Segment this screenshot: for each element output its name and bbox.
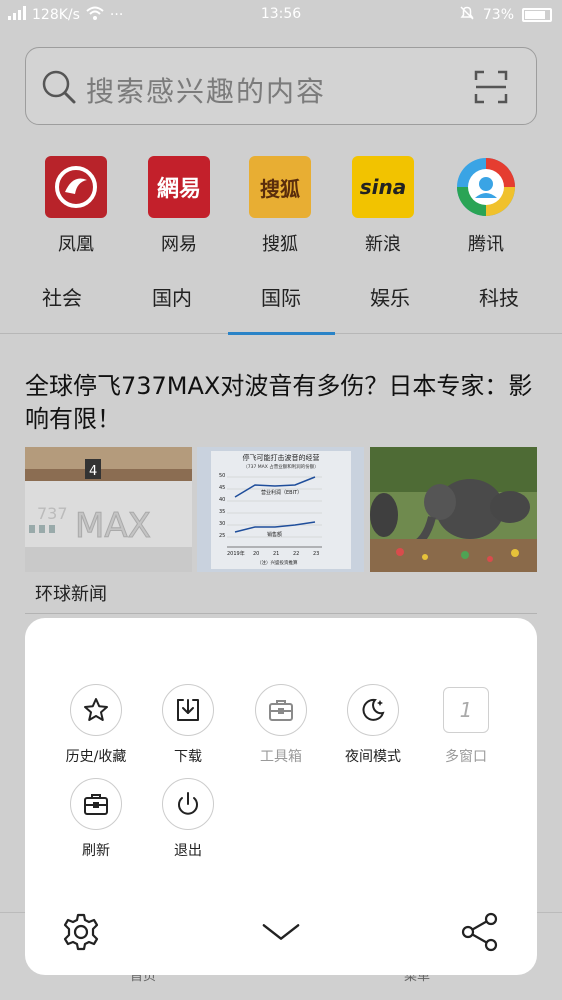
share-icon[interactable] (459, 911, 501, 953)
menu-night-mode[interactable]: 夜间模式 (325, 684, 421, 766)
battery-percent: 73% (482, 7, 514, 23)
sina-logo: sina (352, 156, 414, 218)
popup-menu: 历史/收藏 下载 工具箱 夜间模式 1 多窗口 刷新 退出 (25, 618, 537, 975)
tab-technology[interactable]: 科技 (449, 282, 549, 311)
y-tick: 40 (219, 497, 225, 503)
menu-refresh[interactable]: 刷新 (48, 778, 144, 860)
site-label: 腾讯 (468, 234, 504, 255)
site-sina[interactable]: sina 新浪 (333, 156, 433, 256)
site-shortcuts: 凤凰 網易 网易 搜狐 搜狐 sina 新浪 腾讯 (0, 156, 562, 256)
y-tick: 25 (219, 533, 225, 539)
site-sohu[interactable]: 搜狐 搜狐 (230, 156, 330, 256)
menu-label: 工具箱 (260, 749, 302, 765)
moon-icon (347, 684, 399, 736)
menu-label: 多窗口 (445, 749, 487, 765)
status-bar: 128K/s ··· 13:56 73% (0, 0, 562, 30)
year-tick: 22 (293, 551, 299, 557)
menu-multi-window[interactable]: 1 多窗口 (418, 684, 514, 766)
site-netease[interactable]: 網易 网易 (129, 156, 229, 256)
category-tabs: 社会 国内 国际 娱乐 科技 (0, 270, 562, 335)
svg-text:737: 737 (37, 504, 68, 523)
star-icon (70, 684, 122, 736)
y-tick: 30 (219, 521, 225, 527)
menu-exit[interactable]: 退出 (140, 778, 236, 860)
mute-bell-icon (459, 5, 475, 25)
windows-icon: 1 (443, 687, 489, 733)
year-tick: 2019年 (227, 550, 245, 557)
chart-image: 停飞可能打击波音的经营 （737 MAX 占营业额和利润的份额） 营业利润（EB… (197, 447, 364, 572)
year-tick: 21 (273, 551, 279, 557)
elephants-image (370, 447, 537, 572)
scan-icon[interactable] (474, 70, 508, 108)
tab-society[interactable]: 社会 (12, 282, 112, 311)
settings-gear-icon[interactable] (60, 911, 102, 953)
search-icon (40, 68, 78, 110)
tencent-news-logo (455, 156, 517, 218)
year-tick: 23 (313, 551, 319, 557)
site-label: 网易 (161, 234, 197, 255)
divider (25, 613, 537, 614)
line1-label: 营业利润（EBIT） (261, 489, 302, 496)
menu-label: 退出 (174, 843, 202, 859)
menu-label: 下载 (174, 749, 202, 765)
menu-label: 夜间模式 (345, 749, 401, 765)
site-label: 搜狐 (262, 234, 298, 255)
window-count: 1 (459, 698, 473, 722)
toolbox-icon (255, 684, 307, 736)
site-label: 凤凰 (58, 234, 94, 255)
chart-note: （注）兴盛投资推算 (257, 559, 298, 566)
y-tick: 35 (219, 509, 225, 515)
site-label: 新浪 (365, 234, 401, 255)
menu-label: 刷新 (82, 843, 110, 859)
chart-title: 停飞可能打击波音的经营 (243, 453, 320, 462)
tab-domestic[interactable]: 国内 (122, 282, 222, 311)
plane-image: 4 MAX 737 (25, 447, 192, 572)
menu-history-favorites[interactable]: 历史/收藏 (48, 684, 144, 766)
article-source: 环球新闻 (35, 584, 107, 605)
article-thumbnails[interactable]: 4 MAX 737 停飞可能打击波音的经营 （737 MAX 占营业额和利润的份… (25, 447, 537, 572)
site-ifeng[interactable]: 凤凰 (26, 156, 126, 256)
article-headline[interactable]: 全球停飞737MAX对波音有多伤？日本专家：影响有限！ (25, 370, 540, 436)
svg-text:MAX: MAX (75, 506, 151, 546)
active-tab-indicator (228, 332, 335, 335)
y-tick: 45 (219, 485, 225, 491)
line2-label: 销售额 (267, 531, 282, 538)
netease-logo: 網易 (148, 156, 210, 218)
power-icon (162, 778, 214, 830)
download-icon (162, 684, 214, 736)
search-bar[interactable]: 搜索感兴趣的内容 (25, 47, 537, 125)
menu-toolbox[interactable]: 工具箱 (233, 684, 329, 766)
ifeng-logo (45, 156, 107, 218)
svg-text:4: 4 (89, 464, 97, 479)
y-tick: 50 (219, 473, 225, 479)
menu-label: 历史/收藏 (65, 749, 127, 765)
sohu-logo: 搜狐 (249, 156, 311, 218)
menu-download[interactable]: 下载 (140, 684, 236, 766)
tab-international[interactable]: 国际 (231, 282, 331, 311)
collapse-chevron-down-icon[interactable] (260, 911, 302, 953)
search-input[interactable]: 搜索感兴趣的内容 (86, 70, 326, 110)
refresh-icon (70, 778, 122, 830)
site-tencent[interactable]: 腾讯 (436, 156, 536, 256)
battery-icon (522, 8, 552, 22)
chart-subtitle: （737 MAX 占营业额和利润的份额） (243, 463, 319, 470)
year-tick: 20 (253, 551, 259, 557)
tab-entertainment[interactable]: 娱乐 (340, 282, 440, 311)
